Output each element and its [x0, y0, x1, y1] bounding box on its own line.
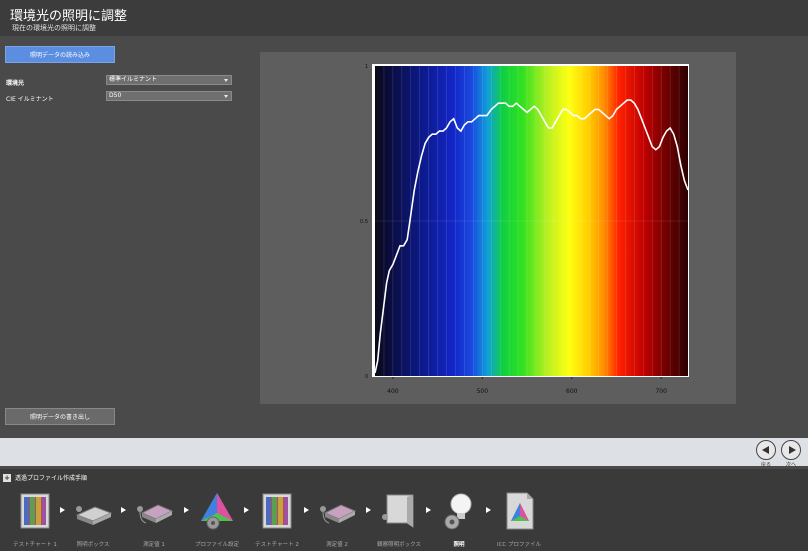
back-arrow-icon — [762, 446, 769, 454]
measure-icon — [137, 504, 174, 524]
ambient-light-select[interactable]: 標準イルミナント — [106, 75, 232, 85]
step-icc-profile[interactable]: ICC プロファイル — [489, 491, 549, 548]
next-arrow-icon — [789, 446, 796, 454]
step-measure-2[interactable]: 測定値 2 — [307, 491, 367, 548]
page-subtitle: 現在の環境光の照明に調整 — [12, 24, 96, 32]
step-lightbox[interactable]: 照明ボックス — [63, 491, 123, 548]
chevron-down-icon — [224, 95, 228, 98]
spectrum-chart-panel: 400 500 600 700 0 0.5 1 — [260, 52, 736, 404]
step-testchart-1[interactable]: テストチャート 1 — [5, 491, 65, 548]
testchart-icon — [262, 493, 292, 529]
ambient-light-label: 環境光 — [6, 80, 25, 87]
testchart-icon — [20, 493, 50, 529]
page-header: 環境光の照明に調整 現在の環境光の照明に調整 — [0, 0, 808, 36]
export-illumination-button[interactable]: 照明データの書き出し — [5, 408, 115, 425]
workflow-bar: + 透過プロファイル作成手順 テストチャート 1 照明ボックス 測定値 1 プロ… — [0, 469, 808, 551]
step-testchart-2[interactable]: テストチャート 2 — [247, 491, 307, 548]
page-title: 環境光の照明に調整 — [10, 9, 128, 24]
cie-illuminant-value: D50 — [109, 92, 122, 99]
chevron-down-icon — [224, 79, 228, 82]
step-label: 照明ボックス — [76, 542, 110, 548]
ambient-light-value: 標準イルミナント — [109, 76, 158, 83]
icc-profile-icon — [506, 492, 534, 530]
back-button[interactable] — [756, 440, 776, 460]
step-label: 観察照明ボックス — [377, 542, 421, 548]
cie-illuminant-label: CIE イルミナント — [6, 96, 54, 103]
x-tick-label: 600 — [566, 388, 578, 395]
step-label: 測定値 2 — [326, 542, 348, 548]
next-button[interactable] — [781, 440, 801, 460]
cie-illuminant-select[interactable]: D50 — [106, 91, 232, 101]
step-label: 測定値 1 — [143, 542, 165, 548]
workflow-header[interactable]: + 透過プロファイル作成手順 — [3, 473, 87, 482]
y-tick-label: 1 — [365, 64, 368, 70]
x-tick-label: 500 — [477, 388, 489, 395]
bulb-gear-icon — [444, 493, 472, 530]
expand-icon[interactable]: + — [3, 473, 11, 482]
step-illumination[interactable]: 照明 — [429, 491, 489, 548]
lightbox-icon — [75, 506, 113, 525]
step-label: プロファイル設定 — [194, 542, 239, 548]
step-label: ICC プロファイル — [496, 542, 542, 548]
step-viewing-box[interactable]: 観察照明ボックス — [369, 491, 429, 548]
measure-icon — [320, 504, 357, 524]
workflow-title: 透過プロファイル作成手順 — [15, 475, 88, 482]
y-tick-label: 0 — [365, 374, 368, 380]
viewing-box-icon — [382, 494, 414, 528]
step-profile-settings[interactable]: プロファイル設定 — [187, 491, 247, 548]
x-tick-label: 700 — [655, 388, 667, 395]
spectrum-chart: 400 500 600 700 0 0.5 1 — [360, 64, 689, 395]
y-tick-label: 0.5 — [360, 219, 368, 225]
step-measure-1[interactable]: 測定値 1 — [124, 491, 184, 548]
load-illumination-button[interactable]: 照明データの読み込み — [5, 46, 115, 63]
step-label: 照明 — [453, 542, 465, 548]
status-strip — [0, 438, 808, 466]
profile-settings-icon — [201, 493, 233, 530]
step-label: テストチャート 1 — [13, 542, 57, 548]
step-label: テストチャート 2 — [255, 542, 299, 548]
app-window: 環境光の照明に調整 現在の環境光の照明に調整 照明データの読み込み 環境光 標準… — [0, 0, 808, 551]
x-tick-label: 400 — [387, 388, 399, 395]
